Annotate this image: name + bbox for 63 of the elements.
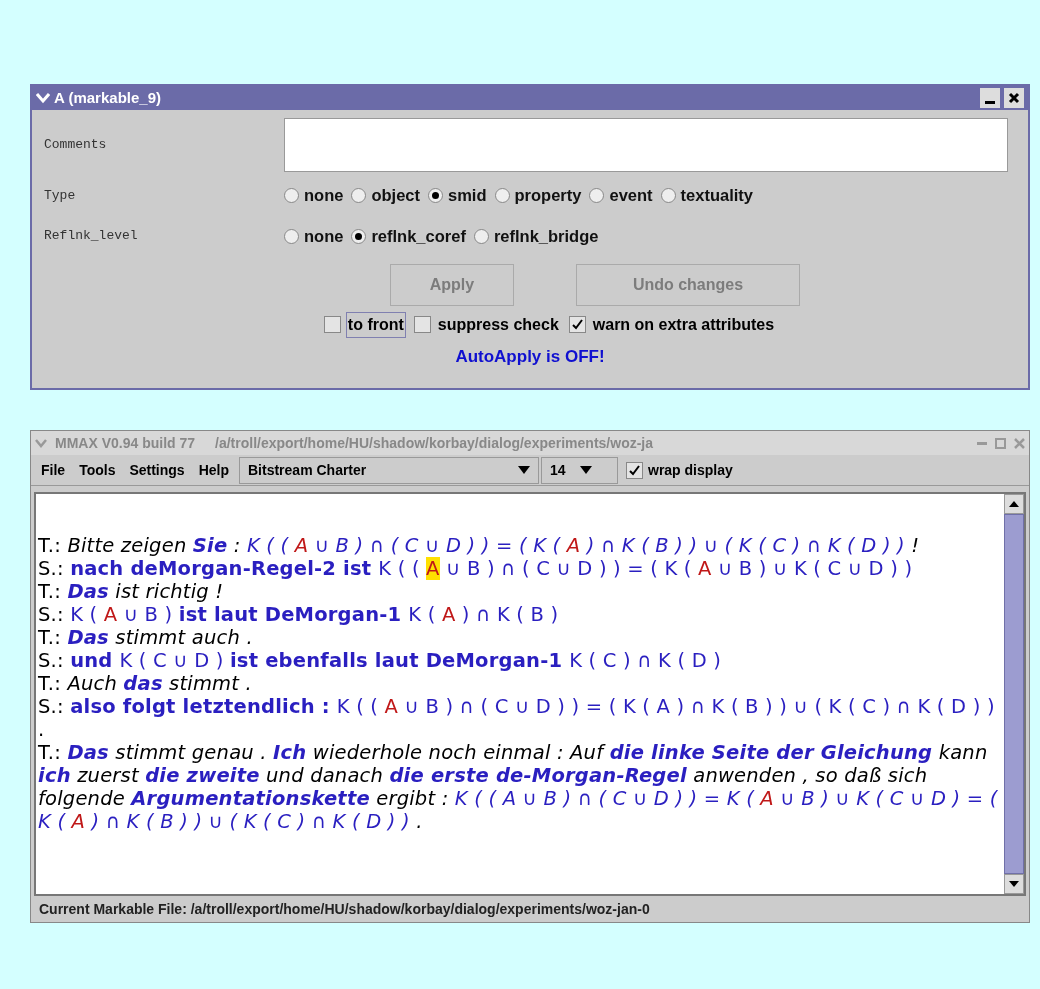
radio-button[interactable] <box>428 187 443 203</box>
status-text: AutoApply is OFF! <box>455 345 605 368</box>
menu-item[interactable]: File <box>35 459 72 481</box>
close-button[interactable] <box>1004 88 1024 108</box>
checkbox-label: warn on extra attributes <box>591 314 776 335</box>
size-dropdown[interactable]: 14 <box>541 456 618 484</box>
scroll-up-button[interactable] <box>1004 494 1024 514</box>
radio-button[interactable] <box>473 228 489 244</box>
caret-icon <box>579 466 592 474</box>
field-label: Type <box>44 186 77 205</box>
minimize-icon[interactable] <box>977 441 987 445</box>
window-title: A (markable_9) <box>54 87 161 108</box>
radio-button[interactable] <box>351 228 367 244</box>
radio-label: event <box>609 185 653 206</box>
menu-item[interactable]: Help <box>192 459 235 481</box>
field-label: Reflnk_level <box>44 227 139 246</box>
caret-icon <box>518 466 530 474</box>
radio-button[interactable] <box>284 228 299 244</box>
dialogue-line: T.: Bitte zeigen Sie : K ( ( A ∪ B ) ∩ ( C ∪ D ) ) = ( K ( A ) ∩ K ( B ) ) ∪ ( K ( C ) ∩ K ( D ) ) ! <box>38 534 921 557</box>
radio-label: none <box>304 225 344 247</box>
close-icon <box>1008 92 1020 104</box>
menu-item[interactable]: Tools <box>73 459 122 481</box>
close-icon[interactable] <box>1014 437 1025 449</box>
font-dropdown[interactable]: Bitstream Charter <box>239 456 539 484</box>
checkbox-label: to front <box>345 311 406 338</box>
window-path: /a/troll/export/home/HU/shadow/korbay/dialog/experiments/woz-ja <box>215 433 654 453</box>
dialogue-line: T.: Auch das stimmt . <box>38 672 253 695</box>
scroll-down-button[interactable] <box>1004 874 1024 894</box>
window-title: MMAX V0.94 build 77 <box>55 433 196 453</box>
radio-label: reflnk_bridge <box>493 225 599 247</box>
checkbox[interactable] <box>568 316 586 333</box>
menu-item[interactable]: Settings <box>123 459 191 481</box>
comments-field[interactable] <box>284 118 1008 172</box>
radio-button[interactable] <box>589 187 605 203</box>
field-label: Comments <box>44 136 108 155</box>
dialogue-line: S.: und K ( C ∪ D ) ist ebenfalls laut DeMorgan-1 K ( C ) ∩ K ( D ) <box>38 649 723 672</box>
radio-label: property <box>514 185 582 206</box>
checkbox[interactable] <box>413 316 431 333</box>
radio-button[interactable] <box>284 187 299 203</box>
checkbox-label: wrap display <box>648 460 733 480</box>
maximize-icon[interactable] <box>995 437 1006 449</box>
minimize-button[interactable] <box>980 88 1000 108</box>
radio-label: object <box>371 185 420 206</box>
status-text: Current Markable File: /a/troll/export/home/HU/shadow/korbay/dialog/experiments/woz-jan-0 <box>39 899 650 919</box>
checkbox[interactable] <box>626 461 643 479</box>
radio-button[interactable] <box>351 187 367 203</box>
radio-label: none <box>304 185 344 206</box>
radio-label: reflnk_coref <box>371 225 466 247</box>
dialogue-line: S.: nach deMorgan-Regel-2 ist K ( ( A ∪ B ) ∩ ( C ∪ D ) ) = ( K ( A ∪ B ) ∪ K ( C ∪ D ) ) <box>38 557 914 580</box>
checkbox-label: suppress check <box>436 314 560 335</box>
radio-button[interactable] <box>494 187 510 203</box>
down-arrow-icon <box>1009 881 1019 887</box>
dialogue-line: S.: K ( A ∪ B ) ist laut DeMorgan-1 K ( A ) ∩ K ( B ) <box>38 603 560 626</box>
dialogue-line: T.: Das stimmt auch . <box>38 626 254 649</box>
checkbox[interactable] <box>323 316 341 333</box>
radio-label: textuality <box>680 185 753 206</box>
dialogue-line: T.: Das ist richtig ! <box>38 580 225 603</box>
radio-button[interactable] <box>660 187 676 203</box>
dialogue-line: S.: also folgt letztendlich : K ( ( A ∪ B ) ∩ ( C ∪ D ) ) = ( K ( A ) ∩ K ( B ) ) ∪ ( K ( C ) ∩ K ( D ) ) . <box>38 695 996 741</box>
up-arrow-icon <box>1009 501 1019 507</box>
radio-label: smid <box>448 185 487 206</box>
chevron-icon[interactable] <box>35 438 47 448</box>
dialogue-line: T.: Das stimmt genau . Ich wiederhole noch einmal : Auf die linke Seite der Gleichung kann ich zuerst die zweite und danach die erste de-Morgan-Regel anwenden , so daß sich folgende Argumentationskette ergibt : K ( ( A ∪ B ) ∩ ( C ∪ D ) ) = K ( A ∪ B ) ∪ K ( C ∪ D ) = ( K ( A ) ∩ K ( B ) ) ∪ ( K ( C ) ∩ K ( D ) ) . <box>38 741 998 833</box>
